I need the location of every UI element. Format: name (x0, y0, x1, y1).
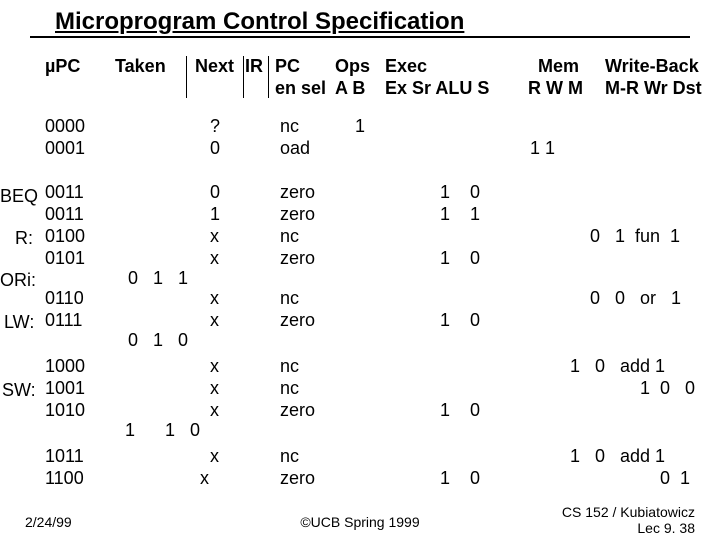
label-beq: BEQ (0, 186, 38, 207)
hdr-next: Next (195, 56, 234, 77)
hdr-ops: Ops (335, 56, 370, 77)
title-underline (30, 36, 690, 38)
row0-pc: nc (280, 116, 299, 137)
row3-pc: zero (280, 204, 315, 225)
row1-next: 0 (210, 138, 220, 159)
row2-next: 0 (210, 182, 220, 203)
row4-wb: 0 1 fun 1 (590, 226, 680, 247)
row11-upc: 1011 (45, 446, 84, 467)
footer-course: CS 152 / Kubiatowicz Lec 9. 38 (562, 504, 695, 536)
vline (268, 56, 269, 98)
row0-next: ? (210, 116, 220, 137)
row12-next: x (200, 468, 209, 489)
row6g-taken: 0 1 1 (128, 268, 188, 289)
row3-upc: 0011 (45, 204, 84, 225)
hdr-pc: PC (275, 56, 300, 77)
row4-pc: nc (280, 226, 299, 247)
row12-wb: 0 1 (660, 468, 690, 489)
row11-next: x (210, 446, 219, 467)
row6-upc: 0110 (45, 288, 84, 309)
row9-wb: 1 0 0 (640, 378, 695, 399)
row2-pc: zero (280, 182, 315, 203)
vline (186, 56, 187, 98)
row12-exec: 1 0 (440, 468, 480, 489)
row4-upc: 0100 (45, 226, 85, 247)
footer-course-line1: CS 152 / Kubiatowicz (562, 504, 695, 520)
row6-next: x (210, 288, 219, 309)
row11-mem: 1 0 add 1 (570, 446, 665, 467)
hdr-ir: IR (245, 56, 263, 77)
row8-mem: 1 0 add 1 (570, 356, 665, 377)
row2-exec: 1 0 (440, 182, 480, 203)
row5-upc: 0101 (45, 248, 85, 269)
label-sw: SW: (2, 380, 36, 401)
hdr-wb: Write-Back (605, 56, 699, 77)
row9-pc: nc (280, 378, 299, 399)
label-r: R: (15, 228, 33, 249)
hdr-wb-sub: M-R Wr Dst (605, 78, 702, 99)
label-lw: LW: (4, 312, 34, 333)
row1-pc: oad (280, 138, 310, 159)
row7-upc: 0111 (45, 310, 82, 331)
row1-mem: 1 1 (530, 138, 555, 159)
hdr-mem-sub: R W M (528, 78, 583, 99)
row10-pc: zero (280, 400, 315, 421)
row7-next: x (210, 310, 219, 331)
row10g-taken: 1 1 0 (125, 420, 200, 441)
row10-upc: 1010 (45, 400, 85, 421)
row1-upc: 0001 (45, 138, 85, 159)
footer-course-line2: Lec 9. 38 (637, 520, 695, 536)
row3-exec: 1 1 (440, 204, 480, 225)
hdr-upc: µPC (45, 56, 80, 77)
row0-ops: 1 (355, 116, 365, 137)
row9-next: x (210, 378, 219, 399)
row6-pc: nc (280, 288, 299, 309)
row8-upc: 1000 (45, 356, 85, 377)
row9-upc: 1001 (45, 378, 85, 399)
row6-wb: 0 0 or 1 (590, 288, 681, 309)
row7-exec: 1 0 (440, 310, 480, 331)
page-title: Microprogram Control Specification (55, 8, 464, 36)
hdr-ops-sub: A B (335, 78, 365, 99)
hdr-taken: Taken (115, 56, 166, 77)
row8-pc: nc (280, 356, 299, 377)
row12-pc: zero (280, 468, 315, 489)
row7g-taken: 0 1 0 (128, 330, 188, 351)
row5-exec: 1 0 (440, 248, 480, 269)
row5-pc: zero (280, 248, 315, 269)
hdr-mem: Mem (538, 56, 579, 77)
row3-next: 1 (210, 204, 220, 225)
row2-upc: 0011 (45, 182, 84, 203)
row8-next: x (210, 356, 219, 377)
row5-next: x (210, 248, 219, 269)
row4-next: x (210, 226, 219, 247)
row7-pc: zero (280, 310, 315, 331)
hdr-exec-sub: Ex Sr ALU S (385, 78, 489, 99)
hdr-pc-sub: en sel (275, 78, 326, 99)
row12-upc: 1100 (45, 468, 84, 489)
row10-exec: 1 0 (440, 400, 480, 421)
row0-upc: 0000 (45, 116, 85, 137)
vline (243, 56, 244, 98)
label-ori: ORi: (0, 270, 36, 291)
row11-pc: nc (280, 446, 299, 467)
row10-next: x (210, 400, 219, 421)
hdr-exec: Exec (385, 56, 427, 77)
